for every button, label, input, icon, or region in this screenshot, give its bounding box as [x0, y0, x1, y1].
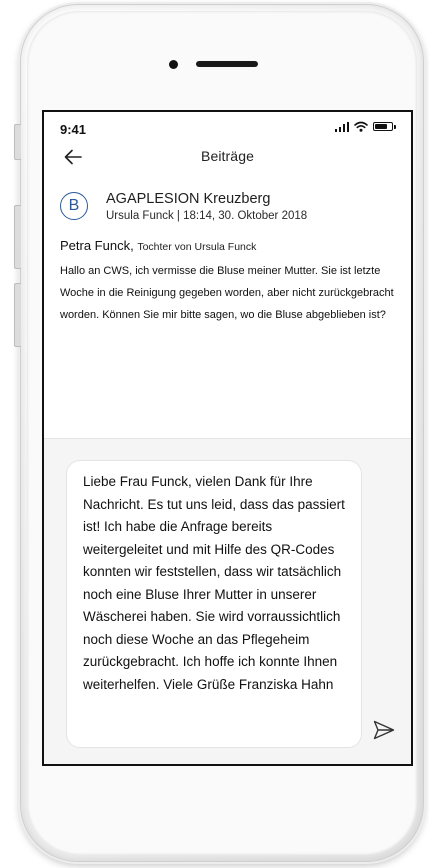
post-message: Hallo an CWS, ich vermisse die Bluse mei… — [60, 265, 394, 321]
volume-down-button — [14, 283, 21, 347]
nav-bar: Beiträge — [44, 142, 411, 174]
status-bar: 9:41 — [44, 112, 411, 142]
app-screen: 9:41 Beiträge B AGAPLESION Kreuzberg Urs… — [42, 110, 413, 766]
phone-chin — [0, 770, 429, 868]
status-time: 9:41 — [60, 122, 87, 137]
wifi-icon — [354, 121, 368, 132]
silent-switch — [14, 124, 21, 160]
post-meta: Ursula Funck | 18:14, 30. Oktober 2018 — [106, 210, 308, 222]
reply-area: Liebe Frau Funck, vielen Dank für Ihre N… — [44, 438, 411, 764]
battery-level — [375, 124, 387, 129]
page-title: Beiträge — [201, 148, 254, 164]
earpiece-speaker — [196, 61, 258, 67]
author-line: Petra Funck, Tochter von Ursula Funck — [60, 238, 256, 253]
front-camera — [169, 60, 178, 69]
author-name: Petra Funck, — [60, 238, 134, 253]
signal-icon — [334, 121, 349, 132]
status-icons — [334, 121, 396, 132]
reply-input[interactable]: Liebe Frau Funck, vielen Dank für Ihre N… — [66, 460, 362, 748]
avatar: B — [60, 192, 88, 220]
organization-name: AGAPLESION Kreuzberg — [106, 191, 271, 207]
volume-up-button — [14, 205, 21, 269]
post-card: B AGAPLESION Kreuzberg Ursula Funck | 18… — [44, 176, 411, 438]
author-role: Tochter von Ursula Funck — [137, 241, 257, 253]
battery-icon — [373, 122, 396, 131]
send-icon[interactable] — [372, 719, 396, 741]
